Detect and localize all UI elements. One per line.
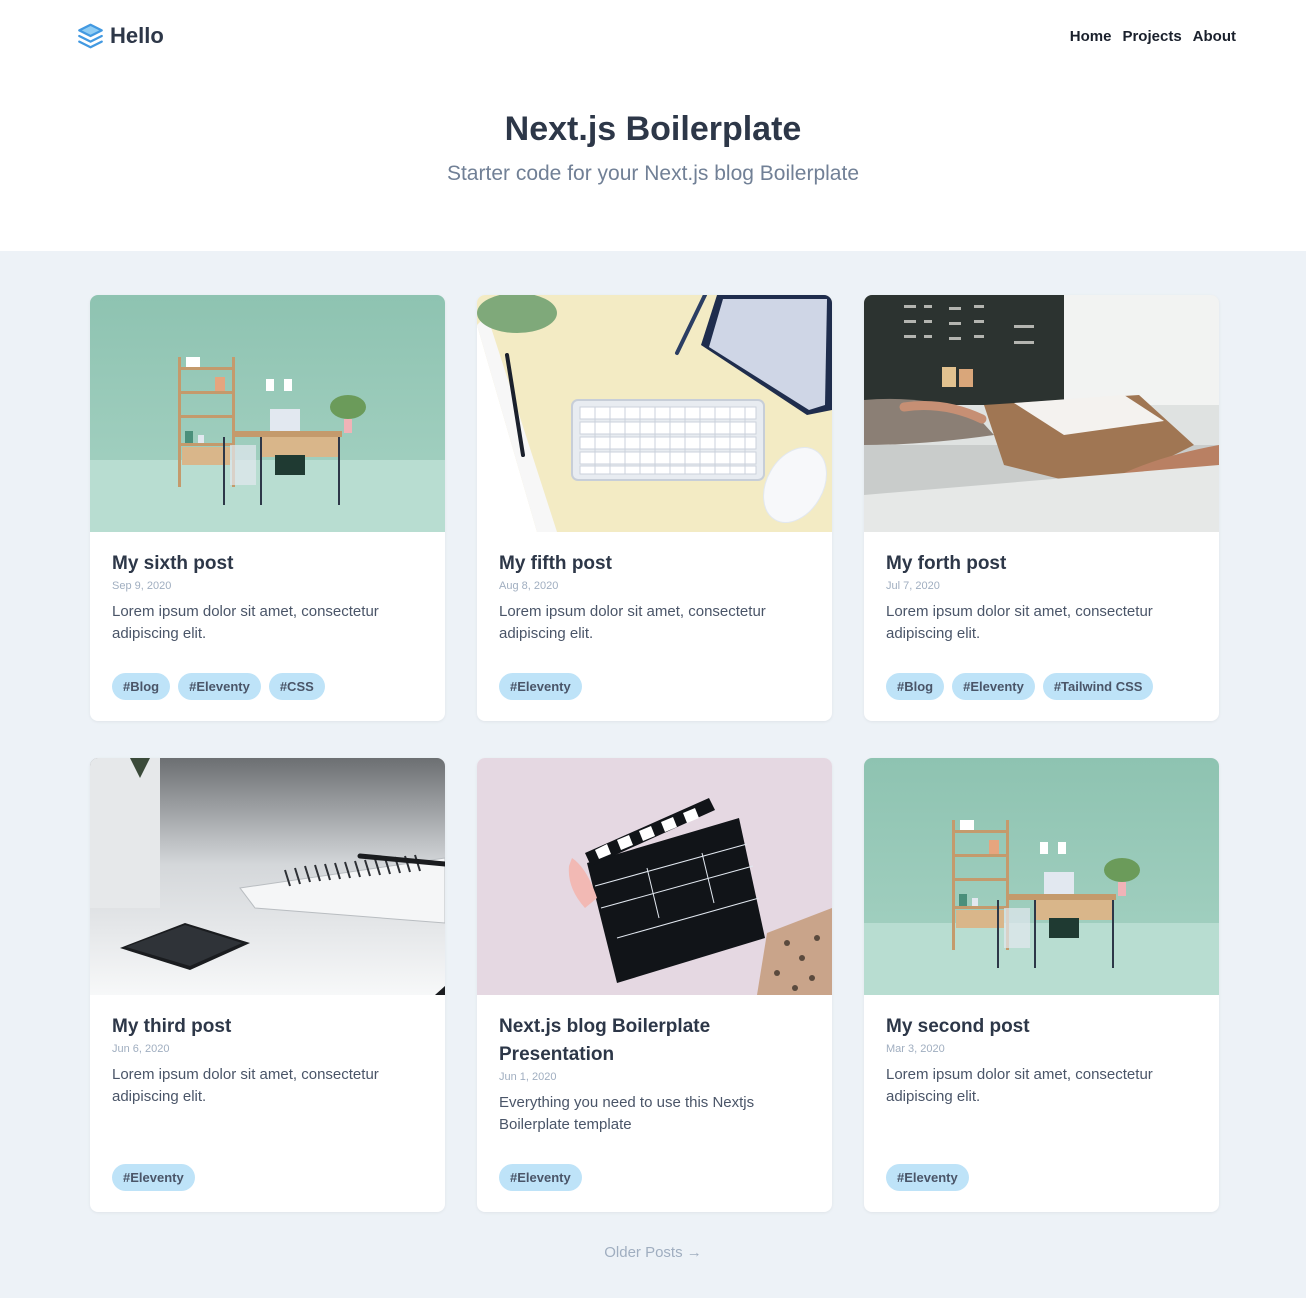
hero: Next.js Boilerplate Starter code for you… <box>0 72 1306 251</box>
tag-list: #Blog #Eleventy #Tailwind CSS <box>886 673 1154 700</box>
site-header: Hello Home Projects About <box>0 0 1306 72</box>
post-image[interactable] <box>477 758 832 995</box>
post-image[interactable] <box>477 295 832 532</box>
tag-list: #Eleventy <box>499 673 582 700</box>
main-nav: Home Projects About <box>1070 28 1236 45</box>
post-excerpt: Lorem ipsum dolor sit amet, consectetur … <box>499 603 766 642</box>
post-date: Mar 3, 2020 <box>886 1043 945 1055</box>
logo-link[interactable]: Hello <box>77 22 164 50</box>
post-title[interactable]: My forth post <box>886 550 1197 578</box>
post-card[interactable]: My third post Jun 6, 2020 Lorem ipsum do… <box>90 758 445 1212</box>
box-handoff-image <box>864 295 1219 532</box>
post-image[interactable] <box>864 758 1219 995</box>
phone-notebook-image <box>90 758 445 995</box>
office-desk-image <box>90 295 445 532</box>
post-excerpt: Lorem ipsum dolor sit amet, consectetur … <box>112 603 379 642</box>
tag[interactable]: #Tailwind CSS <box>1042 673 1154 700</box>
post-excerpt: Lorem ipsum dolor sit amet, consectetur … <box>886 603 1153 642</box>
post-card[interactable]: My fifth post Aug 8, 2020 Lorem ipsum do… <box>477 295 832 721</box>
tag[interactable]: #Eleventy <box>952 673 1035 700</box>
tag[interactable]: #Eleventy <box>178 673 261 700</box>
nav-home[interactable]: Home <box>1070 28 1112 45</box>
tag[interactable]: #Eleventy <box>499 1164 582 1191</box>
nav-projects[interactable]: Projects <box>1122 28 1181 45</box>
post-date: Jul 7, 2020 <box>886 580 940 592</box>
logo-text: Hello <box>110 23 164 48</box>
page-title: Next.js Boilerplate <box>504 110 802 148</box>
post-card[interactable]: My forth post Jul 7, 2020 Lorem ipsum do… <box>864 295 1219 721</box>
tag[interactable]: #Eleventy <box>886 1164 969 1191</box>
post-card[interactable]: My sixth post Sep 9, 2020 Lorem ipsum do… <box>90 295 445 721</box>
post-title[interactable]: My sixth post <box>112 550 423 578</box>
post-date: Sep 9, 2020 <box>112 580 172 592</box>
layers-icon <box>77 22 104 50</box>
nav-about[interactable]: About <box>1193 28 1236 45</box>
posts-section: My sixth post Sep 9, 2020 Lorem ipsum do… <box>0 251 1306 1298</box>
post-title[interactable]: My third post <box>112 1013 423 1041</box>
page-subtitle: Starter code for your Next.js blog Boile… <box>446 162 860 185</box>
tag[interactable]: #Eleventy <box>112 1164 195 1191</box>
older-posts-link[interactable]: Older Posts → <box>0 1244 1306 1261</box>
tag-list: #Eleventy <box>112 1164 195 1191</box>
tag[interactable]: #Blog <box>112 673 171 700</box>
post-title[interactable]: My second post <box>886 1013 1197 1041</box>
post-image[interactable] <box>864 295 1219 532</box>
tag[interactable]: #CSS <box>268 673 325 700</box>
post-date: Jun 1, 2020 <box>499 1071 557 1083</box>
post-excerpt: Lorem ipsum dolor sit amet, consectetur … <box>112 1066 379 1105</box>
post-card[interactable]: My second post Mar 3, 2020 Lorem ipsum d… <box>864 758 1219 1212</box>
post-title[interactable]: Next.js blog Boilerplate Presentation <box>499 1013 810 1069</box>
keyboard-image <box>477 295 832 532</box>
office-desk-image <box>864 758 1219 995</box>
post-card[interactable]: Next.js blog Boilerplate Presentation Ju… <box>477 758 832 1212</box>
tag[interactable]: #Eleventy <box>499 673 582 700</box>
post-excerpt: Everything you need to use this Nextjs B… <box>499 1094 755 1133</box>
post-excerpt: Lorem ipsum dolor sit amet, consectetur … <box>886 1066 1153 1105</box>
post-image[interactable] <box>90 295 445 532</box>
tag-list: #Eleventy <box>499 1164 582 1191</box>
post-image[interactable] <box>90 758 445 995</box>
post-title[interactable]: My fifth post <box>499 550 810 578</box>
post-date: Jun 6, 2020 <box>112 1043 170 1055</box>
post-date: Aug 8, 2020 <box>499 580 559 592</box>
tag[interactable]: #Blog <box>886 673 945 700</box>
tag-list: #Eleventy <box>886 1164 969 1191</box>
clapperboard-image <box>477 758 832 995</box>
tag-list: #Blog #Eleventy #CSS <box>112 673 325 700</box>
